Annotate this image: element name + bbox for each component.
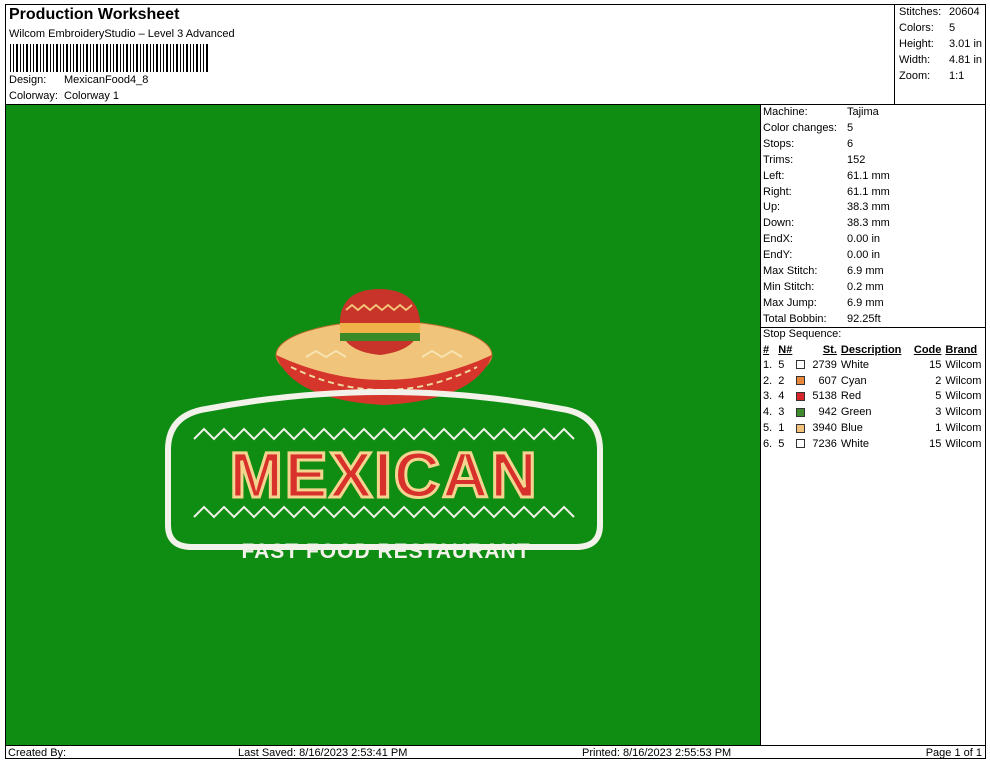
color-swatch [795,376,805,386]
sombrero-icon [275,289,493,405]
col-index: # [763,343,770,356]
table-row: 1. 5 2739 White 15 Wilcom [763,358,982,371]
footer: Created By: Last Saved: 8/16/2023 2:53:4… [6,745,985,760]
info-up: Up: 38.3 mm [763,201,890,213]
stop-sequence-table: # N# St. Description Code Brand 1. 5 273… [761,342,985,452]
created-by: Created By: [8,747,67,759]
page-title: Production Worksheet [9,6,180,23]
table-row: 2. 2 607 Cyan 2 Wilcom [763,374,982,387]
stat-stitches: Stitches: 20604 [899,6,980,18]
table-row: 4. 3 942 Green 3 Wilcom [763,406,982,419]
col-code: Code [913,343,942,356]
stat-colors: Colors: 5 [899,22,956,34]
info-trims: Trims: 152 [763,154,866,166]
design-label: Design: [9,74,47,86]
info-endy: EndY: 0.00 in [763,249,881,261]
info-min-stitch: Min Stitch: 0.2 mm [763,281,884,293]
color-swatch [795,360,805,370]
col-stitches: St. [822,343,837,356]
stat-width: Width: 4.81 in [899,54,983,66]
stat-height: Height: 3.01 in [899,38,983,50]
info-total-bobbin: Total Bobbin: 92.25ft [763,313,881,325]
header-panel: Production Worksheet Wilcom EmbroiderySt… [6,5,895,104]
info-max-stitch: Max Stitch: 6.9 mm [763,265,884,277]
col-brand: Brand [945,343,978,356]
info-endx: EndX: 0.00 in [763,233,881,245]
table-row: 3. 4 5138 Red 5 Wilcom [763,390,982,403]
embroidery-artwork: MEXICAN FAST FOOD RESTAURANT [165,289,603,563]
logo-text: MEXICAN [229,439,538,511]
table-row: 6. 5 7236 White 15 Wilcom [763,437,982,450]
zigzag-top [193,427,575,441]
table-row: 5. 1 3940 Blue 1 Wilcom [763,422,982,435]
stats-panel: Stitches: 20604 Colors: 5 Height: 3.01 in W… [895,5,985,104]
last-saved: Last Saved: 8/16/2023 2:53:41 PM [238,747,408,759]
info-max-jump: Max Jump: 6.9 mm [763,297,884,309]
info-color-changes: Color changes: 5 [763,122,854,134]
info-right: Right: 61.1 mm [763,186,890,198]
col-description: Description [840,343,902,356]
color-swatch [795,392,805,402]
design-preview: MEXICAN FAST FOOD RESTAURANT [6,105,761,745]
printed-date: Printed: 8/16/2023 2:55:53 PM [582,747,732,759]
info-left: Left: 61.1 mm [763,170,890,182]
stop-table-header: # N# St. Description Code Brand [761,342,985,357]
colorway-name: Colorway 1 [64,90,120,102]
software-name: Wilcom EmbroideryStudio – Level 3 Advanc… [9,28,235,40]
design-name: MexicanFood4_8 [64,74,149,86]
color-swatch [795,407,805,417]
color-swatch [795,439,805,449]
info-stops: Stops: 6 [763,138,854,150]
info-machine: Machine: Tajima [763,106,879,118]
worksheet: Production Worksheet Wilcom EmbroiderySt… [5,4,986,759]
info-down: Down: 38.3 mm [763,217,890,229]
colorway-label: Colorway: [9,90,58,102]
col-needle: N# [778,343,793,356]
page-number: Page 1 of 1 [925,747,982,759]
stop-sequence-title: Stop Sequence: [763,328,842,340]
stat-zoom: Zoom: 1:1 [899,70,965,82]
tagline-text: FAST FOOD RESTAURANT [241,540,530,563]
color-swatch [795,423,805,433]
machine-info-panel: Machine: Tajima Color changes: 5 Stops: 6 T… [761,105,985,745]
barcode [10,44,208,72]
